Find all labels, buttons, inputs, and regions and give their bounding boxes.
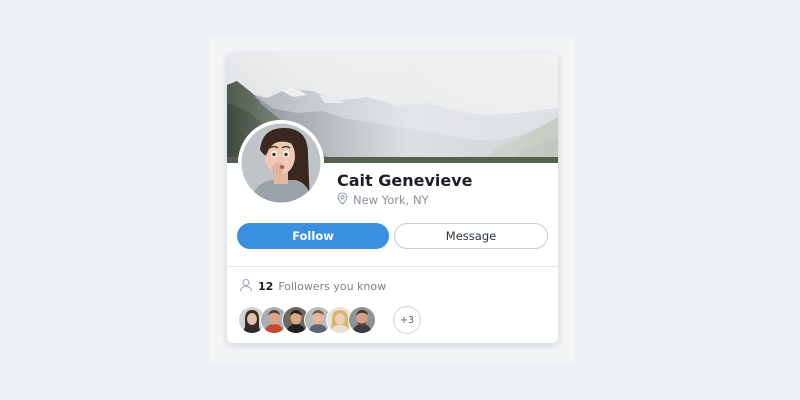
mutual-followers-summary: 12 Followers you know <box>239 278 386 295</box>
message-button[interactable]: Message <box>394 223 548 249</box>
location-text: New York, NY <box>353 193 429 207</box>
user-icon <box>239 278 253 295</box>
more-followers-button[interactable]: +3 <box>393 306 421 334</box>
followers-count: 12 <box>258 280 274 293</box>
followers-label: Followers you know <box>278 280 387 293</box>
follower-avatar[interactable] <box>348 306 376 334</box>
profile-card: Cait Genevieve New York, NY Follow Messa… <box>227 53 558 343</box>
profile-location: New York, NY <box>337 192 429 208</box>
follow-button[interactable]: Follow <box>237 223 389 249</box>
profile-name: Cait Genevieve <box>337 171 473 190</box>
map-pin-icon <box>337 192 348 208</box>
section-divider <box>227 266 558 267</box>
profile-avatar[interactable] <box>238 120 324 206</box>
